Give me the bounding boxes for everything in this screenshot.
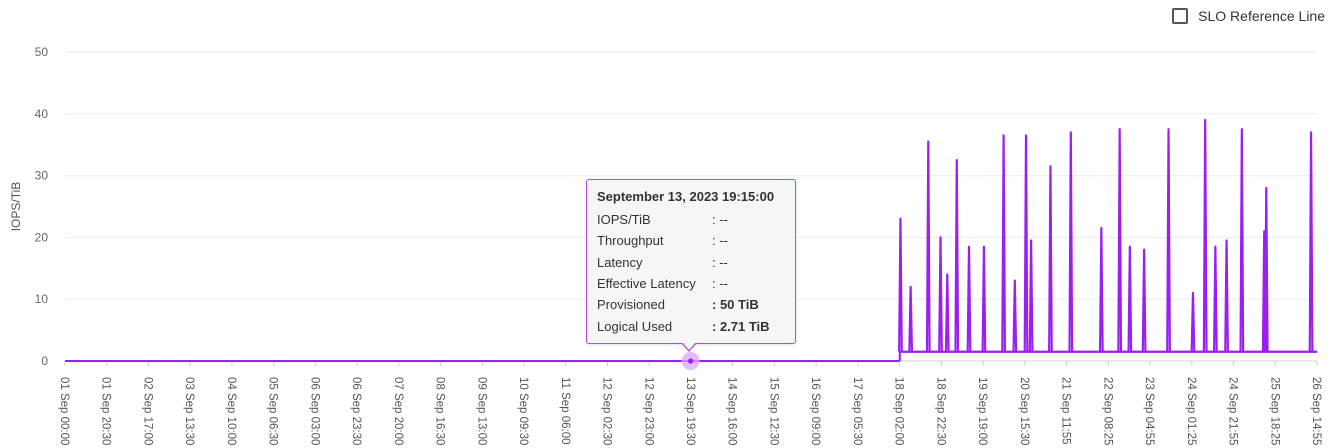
series-spike (898, 217, 903, 352)
x-tick-label: 01 Sep 00:00 (58, 377, 70, 445)
series-spike (1127, 245, 1133, 352)
tooltip-label: Provisioned (597, 297, 665, 313)
x-tick-label: 18 Sep 02:00 (893, 377, 905, 445)
tooltip-value: : -- (712, 212, 728, 228)
x-tick-label: 11 Sep 06:00 (559, 377, 571, 445)
x-tick-label: 24 Sep 21:55 (1227, 377, 1239, 445)
x-tick-label: 20 Sep 15:30 (1018, 377, 1030, 445)
tooltip-row: Provisioned : 50 TiB (597, 294, 785, 315)
tooltip-label: Latency (597, 254, 643, 270)
tooltip-value: : -- (712, 233, 728, 249)
series-spike (1141, 248, 1147, 352)
tooltip-label: Logical Used (597, 318, 673, 334)
series-spike (1048, 165, 1053, 352)
series-spike (966, 245, 972, 352)
tooltip-label: Effective Latency (597, 276, 696, 292)
y-tick-label: 10 (35, 292, 49, 306)
series-spike (1190, 291, 1196, 352)
y-tick-label: 50 (35, 45, 49, 59)
series-spike (925, 140, 931, 352)
hover-marker-dot (687, 358, 694, 364)
x-tick-label: 21 Sep 11:55 (1060, 377, 1072, 445)
x-tick-label: 06 Sep 23:30 (350, 377, 362, 445)
series-spike (1028, 239, 1034, 352)
x-tick-label: 12 Sep 02:30 (601, 377, 613, 445)
x-tick-label: 23 Sep 04:55 (1143, 377, 1155, 445)
x-tick-label: 08 Sep 16:30 (434, 377, 446, 445)
x-tick-label: 24 Sep 01:25 (1185, 377, 1197, 445)
x-tick-label: 01 Sep 20:30 (100, 377, 112, 445)
x-tick-label: 10 Sep 09:30 (517, 377, 529, 445)
x-tick-label: 03 Sep 13:30 (183, 377, 195, 445)
series-spike (1166, 128, 1171, 352)
x-tick-label: 17 Sep 05:30 (851, 377, 863, 445)
x-tick-label: 02 Sep 17:00 (141, 377, 153, 445)
series-spike (908, 285, 914, 352)
x-tick-label: 19 Sep 19:00 (976, 377, 988, 445)
series-spike (938, 236, 943, 352)
x-tick-label: 07 Sep 20:00 (392, 377, 404, 445)
tooltip-value: : 50 TiB (712, 297, 759, 313)
tooltip-value: : 2.71 TiB (712, 318, 770, 334)
tooltip-value: : -- (712, 276, 728, 292)
x-tick-label: 12 Sep 23:00 (642, 377, 654, 445)
x-tick-label: 16 Sep 09:00 (809, 377, 821, 445)
x-tick-label: 06 Sep 03:00 (308, 377, 320, 445)
y-tick-label: 0 (41, 354, 48, 368)
y-tick-label: 40 (35, 107, 49, 121)
series-spike (1012, 279, 1018, 352)
series-spike (1224, 239, 1229, 352)
x-tick-label: 05 Sep 06:30 (267, 377, 279, 445)
tooltip-label: Throughput (597, 233, 664, 249)
tooltip-row: IOPS/TiB : -- (597, 209, 785, 230)
series-spike (1308, 131, 1314, 352)
tooltip-row: Throughput : -- (597, 230, 785, 251)
x-tick-label: 14 Sep 16:00 (726, 377, 738, 445)
y-tick-label: 20 (35, 230, 49, 244)
x-tick-label: 13 Sep 19:30 (684, 377, 696, 445)
series-spike (981, 245, 987, 352)
y-tick-label: 30 (35, 169, 49, 183)
series-spike (1239, 128, 1245, 352)
x-tick-label: 22 Sep 08:25 (1101, 377, 1113, 445)
tooltip-title: September 13, 2023 19:15:00 (597, 189, 775, 204)
series-spike (1023, 134, 1029, 352)
series-spike (1212, 245, 1218, 352)
series-spike (1098, 227, 1104, 352)
x-tick-label: 15 Sep 12:30 (767, 377, 779, 445)
tooltip-pointer (681, 342, 697, 352)
tooltip-row: Effective Latency : -- (597, 273, 785, 294)
tooltip-label: IOPS/TiB (597, 212, 651, 228)
x-tick-label: 25 Sep 18:25 (1268, 377, 1280, 445)
series-spike (954, 159, 960, 352)
tooltip-row: Logical Used : 2.71 TiB (597, 315, 785, 336)
series-spike (1001, 134, 1007, 352)
series-spike (1068, 131, 1074, 352)
chart-tooltip: September 13, 2023 19:15:00 IOPS/TiB : --… (586, 179, 796, 352)
x-tick-label: 18 Sep 22:30 (934, 377, 946, 445)
x-tick-label: 04 Sep 10:00 (225, 377, 237, 445)
tooltip-row: Latency : -- (597, 252, 785, 273)
series-spike (1117, 128, 1123, 352)
x-tick-label: 09 Sep 13:00 (475, 377, 487, 445)
series-spike (944, 273, 950, 352)
series-spike (1202, 118, 1208, 352)
tooltip-value: : -- (712, 254, 728, 270)
x-tick-label: 26 Sep 14:55 (1310, 377, 1322, 445)
y-axis-label: IOPS/TiB (9, 182, 23, 232)
